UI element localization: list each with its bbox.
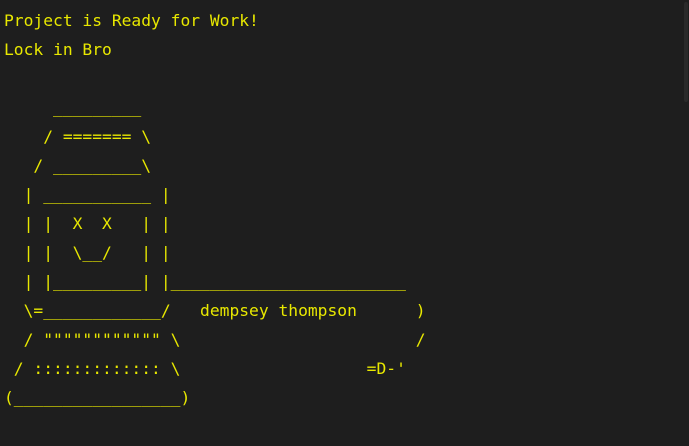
ascii-art-line-8: \=____________/ dempsey thompson ) (4, 301, 426, 320)
scrollbar[interactable] (683, 0, 689, 446)
ascii-art-line-2: / ======= \ (4, 127, 152, 146)
scrollbar-thumb[interactable] (684, 2, 688, 102)
ascii-art-line-9: / """""""""""" \ / (4, 330, 426, 349)
ascii-art-line-7: | |_________| |________________________ (4, 272, 406, 291)
ascii-art-line-3: / _________\ (4, 156, 152, 175)
terminal-window[interactable]: Project is Ready for Work! Lock in Bro _… (0, 0, 689, 446)
ascii-art-line-1: _________ (4, 98, 142, 117)
ascii-art-line-5: | | X X | | (4, 214, 171, 233)
ascii-art-line-11: (_________________) (4, 388, 191, 407)
motivation-message: Lock in Bro (4, 40, 112, 59)
ascii-art-line-10: / ::::::::::::: \ =D-' (4, 359, 406, 378)
ascii-art-line-4: | ___________ | (4, 185, 171, 204)
ascii-art-line-6: | | \__/ | | (4, 243, 171, 262)
status-message: Project is Ready for Work! (4, 11, 259, 30)
